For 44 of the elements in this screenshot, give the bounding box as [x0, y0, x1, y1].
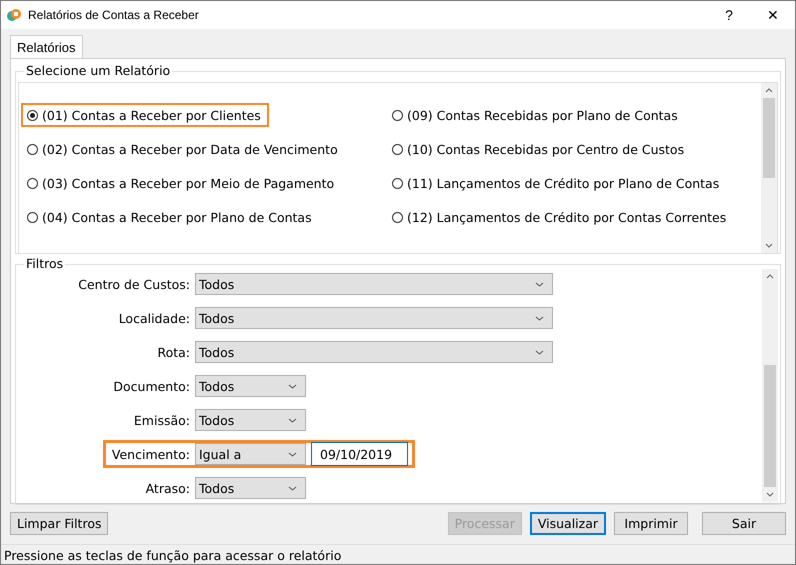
dropdown[interactable]: Todos [195, 307, 553, 329]
dropdown[interactable]: Todos [195, 375, 306, 397]
filter-label: Atraso: [146, 480, 190, 496]
filter-label: Localidade: [118, 310, 190, 326]
scroll-up-icon[interactable] [765, 88, 773, 93]
dropdown[interactable]: Todos [195, 341, 553, 363]
status-bar: Pressione as teclas de função para acessar o relatório [1, 544, 795, 564]
dropdown[interactable]: Todos [195, 477, 306, 499]
window-title: Relatórios de Contas a Receber [28, 8, 199, 22]
chevron-down-icon [535, 350, 544, 354]
action-button[interactable]: Sair [702, 512, 786, 535]
report-option[interactable]: (04) Contas a Receber por Plano de Contas [21, 205, 320, 229]
dropdown[interactable]: Todos [195, 409, 306, 431]
chevron-down-icon [288, 418, 297, 422]
action-button[interactable]: Visualizar [530, 512, 606, 535]
chevron-down-icon [288, 486, 297, 490]
report-option[interactable]: (10) Contas Recebidas por Centro de Custos [386, 137, 692, 161]
chevron-down-icon [288, 452, 297, 456]
report-option[interactable]: (02) Contas a Receber por Data de Vencimento [21, 137, 346, 161]
scroll-down-icon[interactable] [766, 492, 774, 497]
report-option[interactable]: (03) Contas a Receber por Meio de Pagamento [21, 171, 342, 195]
scrollbar[interactable] [761, 83, 777, 253]
clear-filters-button[interactable]: Limpar Filtros [10, 512, 108, 535]
scroll-up-icon[interactable] [766, 274, 774, 279]
date-field[interactable]: 09/10/2019 [311, 442, 408, 466]
app-logo-icon [6, 7, 22, 23]
tab[interactable]: Relatórios [10, 35, 83, 58]
scrollbar[interactable] [762, 269, 778, 502]
filter-label: Vencimento: [112, 446, 190, 462]
dropdown[interactable]: Igual a [195, 443, 306, 465]
filter-label: Rota: [157, 344, 190, 360]
action-button[interactable]: Imprimir [614, 512, 688, 535]
chevron-down-icon [535, 316, 544, 320]
dropdown[interactable]: Todos [195, 273, 553, 295]
report-option[interactable]: (12) Lançamentos de Crédito por Contas Correntes [386, 205, 734, 229]
report-option[interactable]: (09) Contas Recebidas por Plano de Contas [386, 103, 686, 127]
filter-label: Emissão: [134, 412, 190, 428]
report-option[interactable]: (01) Contas a Receber por Clientes [21, 103, 269, 127]
filter-label: Documento: [113, 378, 190, 394]
scroll-down-icon[interactable] [765, 243, 773, 248]
chevron-down-icon [535, 282, 544, 286]
chevron-down-icon [288, 384, 297, 388]
report-option[interactable]: (11) Lançamentos de Crédito por Plano de Contas [386, 171, 728, 195]
filter-label: Centro de Custos: [78, 276, 190, 292]
